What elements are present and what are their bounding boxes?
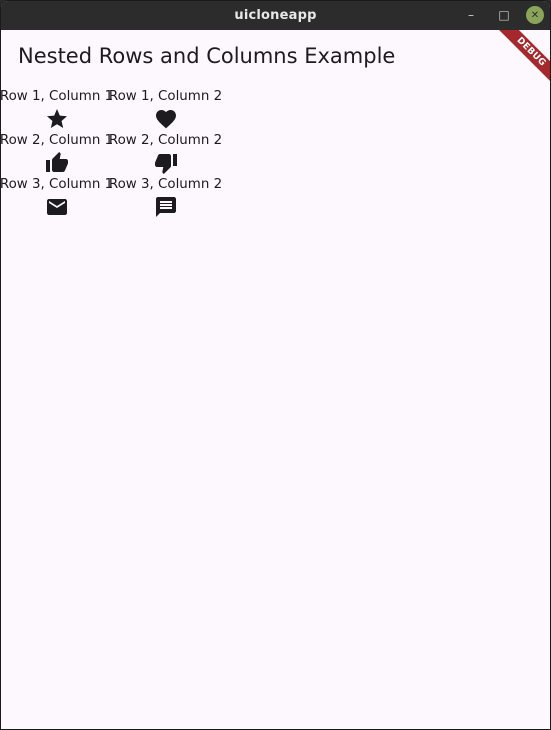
nested-grid: Row 1, Column 1 Row 1, Column 2 Row 2, C… — [0, 88, 223, 220]
cell-label: Row 3, Column 1 — [0, 177, 114, 192]
close-button[interactable]: ✕ — [526, 6, 544, 24]
grid-cell-r2c1: Row 2, Column 1 — [0, 132, 114, 176]
cell-label: Row 2, Column 2 — [108, 133, 223, 148]
grid-cell-r1c2: Row 1, Column 2 — [108, 88, 223, 132]
minimize-icon: – — [468, 8, 474, 22]
grid-cell-r1c1: Row 1, Column 1 — [0, 88, 114, 132]
grid-cell-r3c2: Row 3, Column 2 — [108, 176, 223, 220]
window-title: uicloneapp — [234, 8, 317, 23]
heart-icon — [154, 107, 178, 131]
close-icon: ✕ — [530, 9, 540, 21]
grid-cell-r3c1: Row 3, Column 1 — [0, 176, 114, 220]
cell-label: Row 3, Column 2 — [108, 177, 223, 192]
thumb-down-icon — [154, 151, 178, 175]
grid-cell-r2c2: Row 2, Column 2 — [108, 132, 223, 176]
app-content: Nested Rows and Columns Example Row 1, C… — [0, 30, 550, 729]
cell-label: Row 2, Column 1 — [0, 133, 114, 148]
page-title: Nested Rows and Columns Example — [18, 44, 396, 68]
cell-label: Row 1, Column 2 — [108, 89, 223, 104]
message-icon — [154, 195, 178, 219]
grid-row-3: Row 3, Column 1 Row 3, Column 2 — [0, 176, 223, 220]
maximize-button[interactable]: □ — [495, 6, 513, 24]
cell-label: Row 1, Column 1 — [0, 89, 114, 104]
grid-row-2: Row 2, Column 1 Row 2, Column 2 — [0, 132, 223, 176]
maximize-icon: □ — [498, 8, 510, 22]
minimize-button[interactable]: – — [462, 6, 480, 24]
email-icon — [45, 195, 69, 219]
app-window: uicloneapp – □ ✕ Nested Rows and Columns… — [0, 0, 551, 730]
title-bar[interactable]: uicloneapp – □ ✕ — [1, 1, 550, 30]
debug-label: DEBUG — [494, 30, 550, 89]
grid-row-1: Row 1, Column 1 Row 1, Column 2 — [0, 88, 223, 132]
star-icon — [45, 107, 69, 131]
thumb-up-icon — [45, 151, 69, 175]
debug-banner: DEBUG — [488, 30, 550, 92]
